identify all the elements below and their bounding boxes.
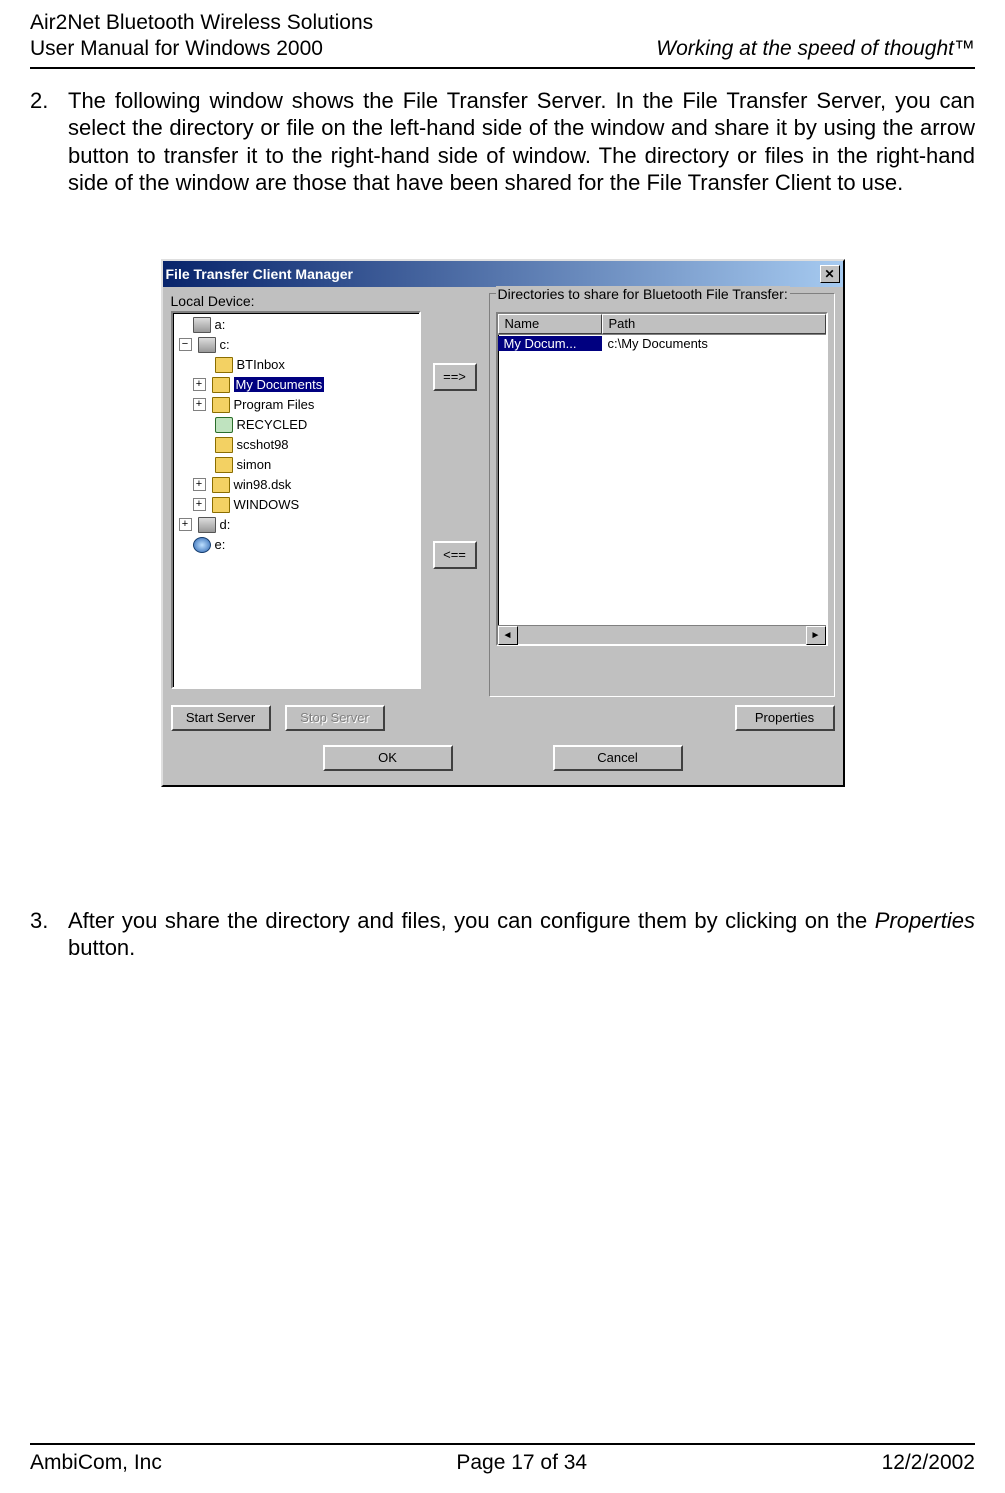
col-name-header[interactable]: Name xyxy=(498,314,602,334)
add-share-button[interactable]: ==> xyxy=(433,363,477,391)
stop-server-button: Stop Server xyxy=(285,705,385,731)
horizontal-scrollbar[interactable]: ◄ ► xyxy=(498,625,826,644)
local-device-label: Local Device: xyxy=(171,293,421,309)
floppy-icon xyxy=(193,317,211,333)
tree-item[interactable]: BTInbox xyxy=(237,357,285,372)
drive-icon xyxy=(198,517,216,533)
step3-post: button. xyxy=(68,935,135,960)
shared-group: Directories to share for Bluetooth File … xyxy=(489,293,835,697)
shared-row[interactable]: My Docum... c:\My Documents xyxy=(498,335,826,353)
header-left: Air2Net Bluetooth Wireless Solutions Use… xyxy=(30,10,373,63)
tree-item[interactable]: d: xyxy=(220,517,231,532)
drive-icon xyxy=(198,337,216,353)
close-icon[interactable]: ✕ xyxy=(820,265,840,283)
file-transfer-window: File Transfer Client Manager ✕ Local Dev… xyxy=(161,259,845,787)
expander-icon[interactable]: + xyxy=(179,518,192,531)
footer-date: 12/2/2002 xyxy=(882,1451,975,1475)
expander-icon[interactable]: + xyxy=(193,478,206,491)
shared-label: Directories to share for Bluetooth File … xyxy=(496,286,790,302)
tree-item[interactable]: simon xyxy=(237,457,272,472)
shared-name-cell: My Docum... xyxy=(498,336,602,351)
expander-icon[interactable]: + xyxy=(193,378,206,391)
step2-text: The following window shows the File Tran… xyxy=(68,87,975,197)
folder-icon xyxy=(215,457,233,473)
header-line1: Air2Net Bluetooth Wireless Solutions xyxy=(30,10,373,36)
start-server-button[interactable]: Start Server xyxy=(171,705,271,731)
scroll-right-icon[interactable]: ► xyxy=(806,626,826,645)
window-title: File Transfer Client Manager xyxy=(166,266,354,282)
directory-tree[interactable]: a: − c: BTInbox + My Documents + Program Fi… xyxy=(171,311,421,689)
properties-button[interactable]: Properties xyxy=(735,705,835,731)
col-path-header[interactable]: Path xyxy=(602,314,826,334)
remove-share-button[interactable]: <== xyxy=(433,541,477,569)
tree-item[interactable]: a: xyxy=(215,317,226,332)
globe-icon xyxy=(193,537,211,553)
cancel-button[interactable]: Cancel xyxy=(553,745,683,771)
tree-item[interactable]: WINDOWS xyxy=(234,497,300,512)
tree-item[interactable]: scshot98 xyxy=(237,437,289,452)
tree-item[interactable]: RECYCLED xyxy=(237,417,308,432)
tree-item[interactable]: e: xyxy=(215,537,226,552)
tree-item-selected[interactable]: My Documents xyxy=(234,377,325,392)
tree-item[interactable]: Program Files xyxy=(234,397,315,412)
titlebar[interactable]: File Transfer Client Manager ✕ xyxy=(163,261,843,287)
folder-icon xyxy=(212,397,230,413)
header-right: Working at the speed of thought™ xyxy=(656,36,975,62)
step3-pre: After you share the directory and files,… xyxy=(68,908,875,933)
step2-number: 2. xyxy=(30,87,68,197)
header-line2: User Manual for Windows 2000 xyxy=(30,36,373,62)
step3-properties-word: Properties xyxy=(875,908,975,933)
step3-text: After you share the directory and files,… xyxy=(68,907,975,962)
tree-item[interactable]: c: xyxy=(220,337,230,352)
folder-icon xyxy=(212,497,230,513)
recycle-icon xyxy=(215,417,233,433)
footer-rule xyxy=(30,1443,975,1445)
shared-list[interactable]: Name Path My Docum... c:\My Documents ◄ … xyxy=(496,312,828,646)
scroll-left-icon[interactable]: ◄ xyxy=(498,626,518,645)
folder-icon xyxy=(215,357,233,373)
step3-number: 3. xyxy=(30,907,68,962)
folder-icon xyxy=(212,377,230,393)
shared-path-cell: c:\My Documents xyxy=(602,336,826,351)
folder-icon xyxy=(212,477,230,493)
ok-button[interactable]: OK xyxy=(323,745,453,771)
footer-page: Page 17 of 34 xyxy=(456,1451,587,1475)
folder-icon xyxy=(215,437,233,453)
expander-icon[interactable]: + xyxy=(193,398,206,411)
header-rule xyxy=(30,67,975,69)
footer-company: AmbiCom, Inc xyxy=(30,1451,162,1475)
expander-icon[interactable]: − xyxy=(179,338,192,351)
expander-icon[interactable]: + xyxy=(193,498,206,511)
tree-item[interactable]: win98.dsk xyxy=(234,477,292,492)
